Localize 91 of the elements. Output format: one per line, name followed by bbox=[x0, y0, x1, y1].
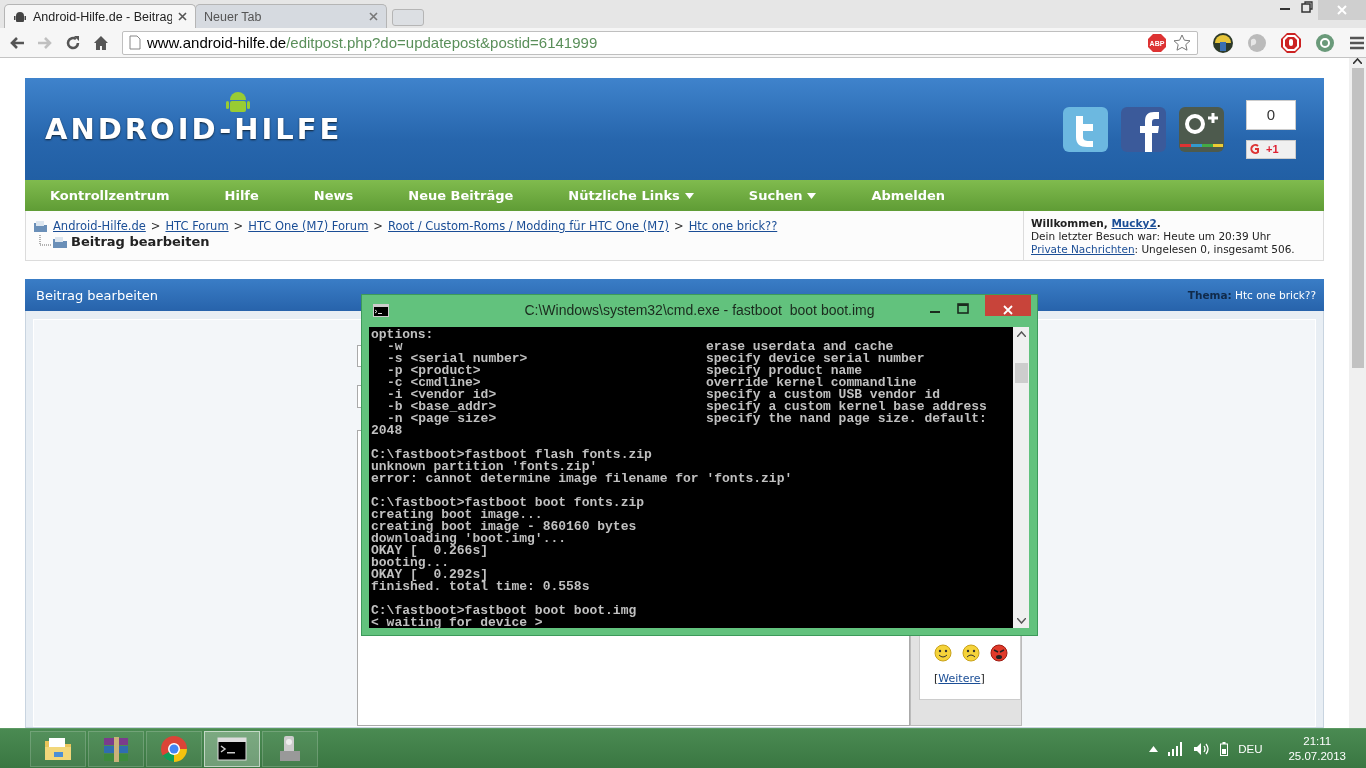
close-icon[interactable] bbox=[369, 12, 378, 21]
sad-face-icon[interactable] bbox=[962, 643, 980, 662]
console-line: booting... bbox=[371, 557, 449, 569]
taskbar-button[interactable] bbox=[204, 730, 260, 767]
option-name: -c <cmdline> bbox=[386, 377, 481, 389]
option-name: -n <page size> bbox=[387, 413, 498, 425]
scroll-down-icon[interactable] bbox=[1016, 618, 1026, 624]
option-description: specify device serial number bbox=[706, 353, 926, 365]
tree-folder-icon bbox=[39, 234, 69, 249]
close-icon bbox=[1003, 304, 1013, 315]
option-name: -i <vendor id> bbox=[386, 389, 498, 401]
option-description: override kernel commandline bbox=[706, 377, 918, 389]
breadcrumb-link[interactable]: Android-Hilfe.de bbox=[53, 219, 146, 233]
caret-icon bbox=[807, 192, 817, 199]
android-icon bbox=[13, 9, 27, 24]
console-icon bbox=[373, 304, 389, 317]
page-title: Beitrag bearbeiten bbox=[71, 234, 210, 249]
browser-tab[interactable]: Android-Hilfe.de - Beitrag bbox=[4, 4, 196, 28]
breadcrumb-link[interactable]: HTC One (M7) Forum bbox=[248, 219, 369, 233]
option-name: -s <serial number> bbox=[386, 353, 529, 365]
messages-text: Private Nachrichten: Ungelesen 0, insgesamt 506. bbox=[1031, 243, 1296, 255]
close-icon bbox=[1337, 5, 1347, 15]
option-name: -w bbox=[387, 341, 403, 353]
language-indicator[interactable]: DEU bbox=[1238, 742, 1263, 755]
console-line: 2048 bbox=[371, 425, 404, 437]
breadcrumb-separator: > bbox=[233, 219, 244, 233]
more-smilies-text: [Weitere] bbox=[934, 671, 986, 685]
option-description: specify a custom USB vendor id bbox=[706, 389, 941, 401]
close-icon[interactable] bbox=[178, 12, 187, 21]
console-line: OKAY [ 0.292s] bbox=[371, 569, 490, 581]
scroll-up-icon[interactable] bbox=[1016, 331, 1026, 337]
option-description: specify product name bbox=[706, 365, 863, 377]
more-link[interactable]: Weitere bbox=[938, 671, 981, 685]
last-visit-text: Dein letzter Besuch war: Heute um 20:39 Uhr bbox=[1031, 230, 1272, 242]
breadcrumb-link[interactable]: HTC Forum bbox=[165, 219, 229, 233]
console-line: C:\fastboot>fastboot boot fonts.zip bbox=[371, 497, 646, 509]
messages-link[interactable]: Private Nachrichten bbox=[1031, 243, 1135, 255]
thread-title: Thema: Htc one brick?? bbox=[1187, 289, 1316, 301]
home-icon[interactable] bbox=[91, 33, 110, 52]
console-line: < waiting for device > bbox=[371, 617, 544, 628]
smiley-icon[interactable] bbox=[934, 643, 952, 662]
window-close-button[interactable] bbox=[985, 295, 1031, 316]
plus-one-button[interactable]: +1 bbox=[1246, 139, 1296, 159]
option-name: -p <product> bbox=[386, 365, 482, 377]
breadcrumb-separator: > bbox=[674, 219, 684, 233]
page-icon bbox=[128, 35, 141, 50]
browser-tab[interactable]: Neuer Tab bbox=[195, 4, 387, 28]
option-description: specify the nand page size. default: bbox=[706, 413, 988, 425]
meter-icon[interactable] bbox=[1212, 31, 1234, 54]
option-description: erase userdata and cache bbox=[706, 341, 894, 353]
google-plus-icon[interactable] bbox=[1178, 105, 1225, 153]
username-link[interactable]: Mucky2 bbox=[1111, 217, 1157, 229]
console-line: creating boot image - 860160 bytes bbox=[371, 521, 638, 533]
console-line: finished. total time: 0.558s bbox=[371, 581, 591, 593]
breadcrumb-separator: > bbox=[150, 219, 161, 233]
scroll-up-icon[interactable] bbox=[1353, 58, 1362, 64]
battery-icon[interactable] bbox=[1220, 741, 1229, 756]
google-icon bbox=[1250, 142, 1260, 156]
clock[interactable]: 21:11 25.07.2013 bbox=[1288, 733, 1346, 764]
stop-hand-icon[interactable] bbox=[1280, 31, 1302, 54]
panel-title: Beitrag bearbeiten bbox=[36, 287, 159, 303]
star-icon[interactable] bbox=[1173, 33, 1191, 52]
site-logo: ANDROID-HILFE bbox=[45, 112, 343, 146]
breadcrumb-link[interactable]: Root / Custom-Roms / Modding für HTC One (M7) bbox=[388, 219, 669, 233]
option-description: specify a custom kernel base address bbox=[706, 401, 988, 413]
console-line: error: cannot determine image filename for 'fonts.zip' bbox=[371, 473, 794, 485]
console-line: OKAY [ 0.266s] bbox=[371, 545, 489, 557]
console-line: options: bbox=[371, 329, 435, 341]
scrollbar-thumb[interactable] bbox=[1014, 363, 1028, 383]
console-line: C:\fastboot>fastboot boot boot.img bbox=[371, 605, 638, 617]
share-count: 0 bbox=[1246, 99, 1296, 130]
angry-face-icon[interactable] bbox=[990, 643, 1008, 662]
console-line: creating boot image... bbox=[371, 509, 543, 521]
console-line: C:\fastboot>fastboot flash fonts.zip bbox=[371, 449, 653, 461]
chevron-up-icon[interactable] bbox=[1149, 745, 1159, 752]
scrollbar-thumb[interactable] bbox=[1351, 68, 1364, 368]
window-title: C:\Windows\system32\cmd.exe - fastboot boot boot.img bbox=[523, 302, 876, 318]
breadcrumb-link[interactable]: Htc one brick?? bbox=[688, 219, 778, 233]
maximize-icon[interactable] bbox=[957, 303, 969, 315]
console-line: unknown partition 'fonts.zip' bbox=[371, 461, 598, 473]
welcome-text: Willkommen, Mucky2. bbox=[1031, 217, 1162, 229]
signal-icon[interactable] bbox=[1168, 741, 1185, 756]
option-name: -b <base_addr> bbox=[386, 401, 498, 413]
facebook-icon[interactable] bbox=[1120, 105, 1167, 153]
twitter-icon[interactable] bbox=[1062, 105, 1109, 153]
breadcrumb-separator: > bbox=[373, 219, 383, 233]
caret-icon bbox=[684, 192, 694, 199]
speaker-icon[interactable] bbox=[1194, 741, 1211, 756]
maximize-icon[interactable] bbox=[1300, 0, 1314, 14]
console-line: downloading 'boot.img'... bbox=[371, 533, 568, 545]
folder-icon bbox=[33, 219, 48, 233]
